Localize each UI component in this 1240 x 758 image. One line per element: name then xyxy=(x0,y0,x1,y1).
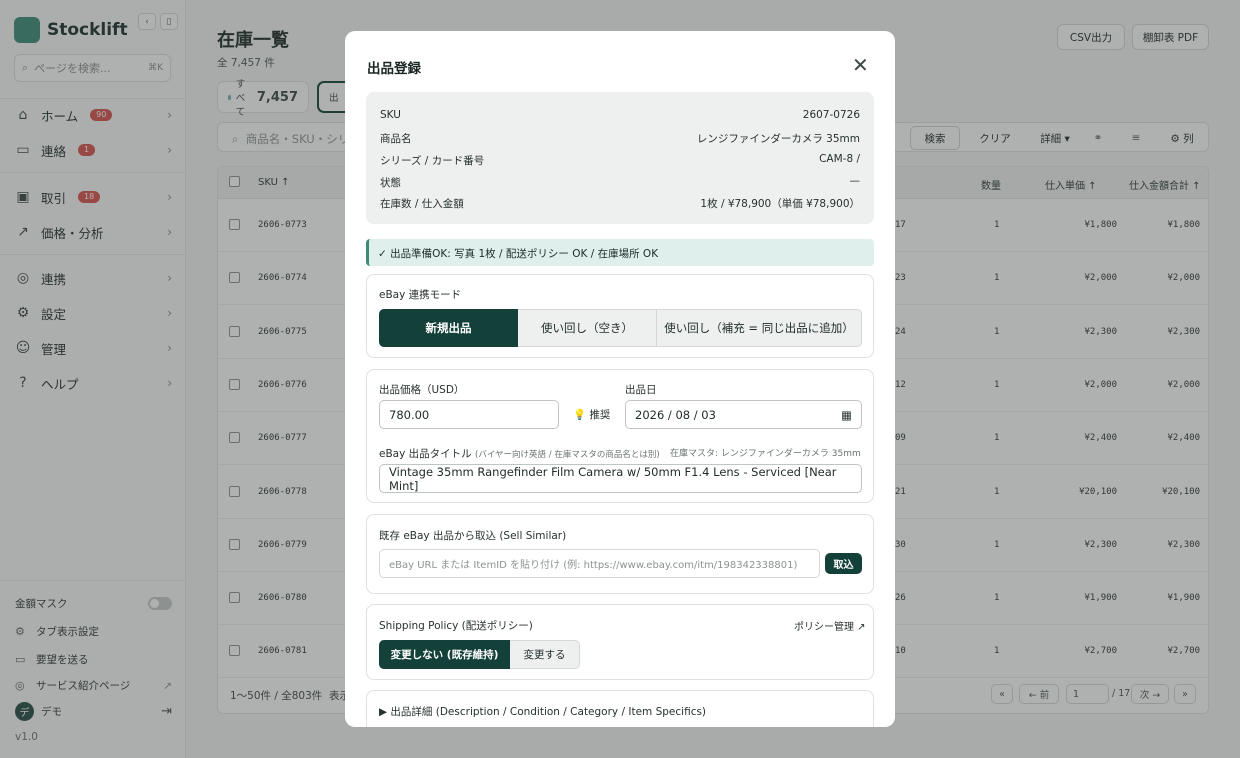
mode-card: eBay 連携モード 新規出品 使い回し（空き） 使い回し（補充 = 同じ出品に… xyxy=(366,274,874,358)
mode-reuse-restock[interactable]: 使い回し（補充 = 同じ出品に追加） xyxy=(657,309,862,347)
close-icon[interactable]: ✕ xyxy=(852,53,869,77)
info-value: CAM-8 / xyxy=(819,153,860,165)
master-name-note: 在庫マスタ: レンジファインダーカメラ 35mm xyxy=(670,449,861,459)
ebay-title-note: (バイヤー向け英語 / 在庫マスタの商品名とは別) xyxy=(475,450,660,460)
details-card[interactable]: ▶ 出品詳細 (Description / Condition / Catego… xyxy=(366,690,874,727)
lightbulb-icon: 💡 xyxy=(573,409,587,421)
info-row-stock: 在庫数 / 仕入金額 1枚 / ¥78,900（単価 ¥78,900） xyxy=(380,196,860,211)
modal-title: 出品登録 xyxy=(367,61,421,77)
import-url-input[interactable]: eBay URL または ItemID を貼り付け (例: https://ww… xyxy=(379,549,820,578)
shipping-label: Shipping Policy (配送ポリシー) xyxy=(379,620,533,632)
info-label: SKU xyxy=(380,109,401,121)
info-value: — xyxy=(849,175,861,187)
ready-status-banner: ✓ 出品準備OK: 写真 1枚 / 配送ポリシー OK / 在庫場所 OK xyxy=(366,239,874,266)
calendar-icon[interactable]: ▦ xyxy=(841,408,852,422)
info-row-sku: SKU 2607-0726 xyxy=(380,109,860,121)
mode-new-listing[interactable]: 新規出品 xyxy=(379,309,518,347)
info-value: レンジファインダーカメラ 35mm xyxy=(696,133,860,145)
info-value: 1枚 / ¥78,900（単価 ¥78,900） xyxy=(700,198,860,210)
ebay-title-input[interactable]: Vintage 35mm Rangefinder Film Camera w/ … xyxy=(379,464,862,493)
info-row-condition: 状態 — xyxy=(380,175,860,190)
info-value: 2607-0726 xyxy=(802,109,860,121)
mode-reuse-empty[interactable]: 使い回し（空き） xyxy=(518,309,657,347)
listing-modal: 出品登録 ✕ SKU 2607-0726 商品名 レンジファインダーカメラ 35mm… xyxy=(345,31,895,727)
suggest-label: 推奨 xyxy=(589,409,611,421)
import-button[interactable]: 取込 xyxy=(825,553,862,574)
shipping-keep-button[interactable]: 変更しない (既存維持) xyxy=(379,640,510,669)
price-title-card: 出品価格（USD） 780.00 💡 推奨 出品日 2026 / 08 / 03… xyxy=(366,369,874,503)
price-label: 出品価格（USD） xyxy=(379,384,465,396)
import-label: 既存 eBay 出品から取込 (Sell Similar) xyxy=(379,530,567,542)
ebay-title-label-row: eBay 出品タイトル (バイヤー向け英語 / 在庫マスタの商品名とは別) xyxy=(379,446,660,461)
ebay-title-label: eBay 出品タイトル xyxy=(379,448,472,460)
info-label: シリーズ / カード番号 xyxy=(380,155,485,167)
shipping-card: Shipping Policy (配送ポリシー) ポリシー管理 ↗ 変更しない … xyxy=(366,604,874,680)
import-card: 既存 eBay 出品から取込 (Sell Similar) eBay URL ま… xyxy=(366,514,874,594)
info-label: 在庫数 / 仕入金額 xyxy=(380,198,464,210)
policy-manage-link[interactable]: ポリシー管理 ↗ xyxy=(794,618,866,633)
shipping-change-button[interactable]: 変更する xyxy=(510,640,580,669)
price-input[interactable]: 780.00 xyxy=(379,400,559,429)
info-label: 商品名 xyxy=(380,133,412,145)
date-value: 2026 / 08 / 03 xyxy=(635,407,716,422)
suggest-price[interactable]: 💡 推奨 xyxy=(573,407,610,422)
mode-label: eBay 連携モード xyxy=(379,289,462,301)
info-label: 状態 xyxy=(380,177,401,189)
date-input[interactable]: 2026 / 08 / 03 ▦ xyxy=(625,400,862,429)
info-row-name: 商品名 レンジファインダーカメラ 35mm xyxy=(380,131,860,146)
date-label: 出品日 xyxy=(625,384,657,396)
info-row-series: シリーズ / カード番号 CAM-8 / xyxy=(380,153,860,168)
item-info-panel: SKU 2607-0726 商品名 レンジファインダーカメラ 35mm シリーズ /… xyxy=(366,92,874,224)
details-toggle[interactable]: ▶ 出品詳細 (Description / Condition / Catego… xyxy=(379,704,706,719)
